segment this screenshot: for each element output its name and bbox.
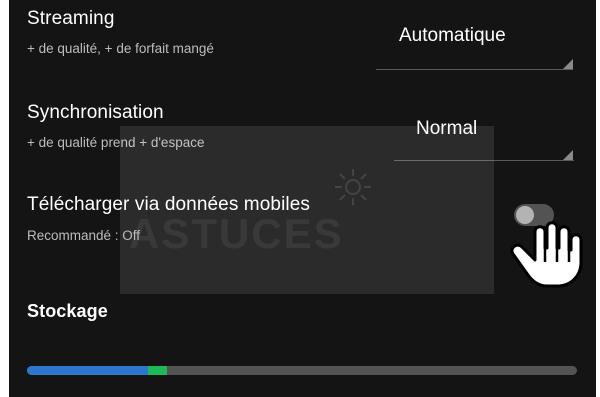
mobile-data-title: Télécharger via données mobiles — [27, 194, 310, 215]
streaming-title: Streaming — [27, 8, 115, 29]
streaming-select-value: Automatique — [399, 25, 506, 46]
watermark-text: ASTUCES — [129, 210, 344, 257]
hand-pointer-icon — [510, 221, 583, 288]
mobile-data-subtitle: Recommandé : Off — [27, 228, 141, 243]
sync-title: Synchronisation — [27, 102, 164, 123]
storage-segment-blue — [27, 366, 148, 375]
dropdown-arrow-icon — [563, 59, 573, 69]
settings-screen: Streaming + de qualité, + de forfait man… — [9, 0, 596, 397]
streaming-subtitle: + de qualité, + de forfait mangé — [27, 41, 214, 56]
streaming-select-underline — [376, 69, 573, 70]
storage-segment-green — [148, 366, 168, 375]
dropdown-arrow-icon — [563, 150, 573, 160]
storage-bar — [27, 366, 577, 375]
sun-icon — [335, 169, 371, 205]
storage-title: Stockage — [27, 301, 108, 321]
